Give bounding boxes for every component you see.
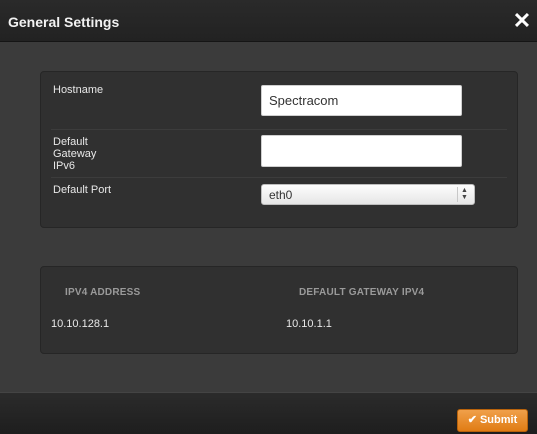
submit-button[interactable]: ✔ Submit: [457, 409, 528, 432]
checkmark-icon: ✔: [467, 414, 477, 426]
gateway-ipv6-input[interactable]: [261, 135, 462, 167]
submit-label: Submit: [479, 414, 518, 426]
close-icon[interactable]: ✕: [511, 10, 533, 32]
table-cell-default-gateway-ipv4: 10.10.1.1: [286, 318, 332, 330]
dialog-title: General Settings: [8, 14, 120, 30]
dialog-titlebar: General Settings ✕: [0, 0, 537, 42]
column-header-ipv4-address: IPV4 ADDRESS: [65, 287, 141, 298]
hostname-input[interactable]: [261, 85, 462, 116]
hostname-label: Hostname: [53, 84, 104, 96]
default-port-label: Default Port: [53, 184, 112, 196]
default-port-select[interactable]: eth0 ▲ ▼: [261, 184, 475, 205]
settings-panel: Hostname Default Gateway IPv6 Default Po…: [40, 71, 518, 228]
default-port-row: Default Port eth0 ▲ ▼: [51, 180, 507, 220]
dialog-footer: ✔ Submit: [0, 392, 537, 434]
default-port-value: eth0: [269, 188, 293, 202]
gateway-ipv6-label: Default Gateway IPv6: [53, 136, 97, 172]
gateway-ipv6-row: Default Gateway IPv6: [51, 132, 507, 178]
hostname-row: Hostname: [51, 80, 507, 130]
ip-address-table: IPV4 ADDRESS DEFAULT GATEWAY IPV4 10.10.…: [40, 266, 518, 354]
table-cell-ipv4-address: 10.10.128.1: [51, 318, 110, 330]
general-settings-dialog: General Settings ✕ Hostname Default Gate…: [0, 0, 537, 434]
column-header-default-gateway-ipv4: DEFAULT GATEWAY IPV4: [299, 287, 425, 298]
select-arrows-icon: ▲ ▼: [457, 187, 471, 202]
